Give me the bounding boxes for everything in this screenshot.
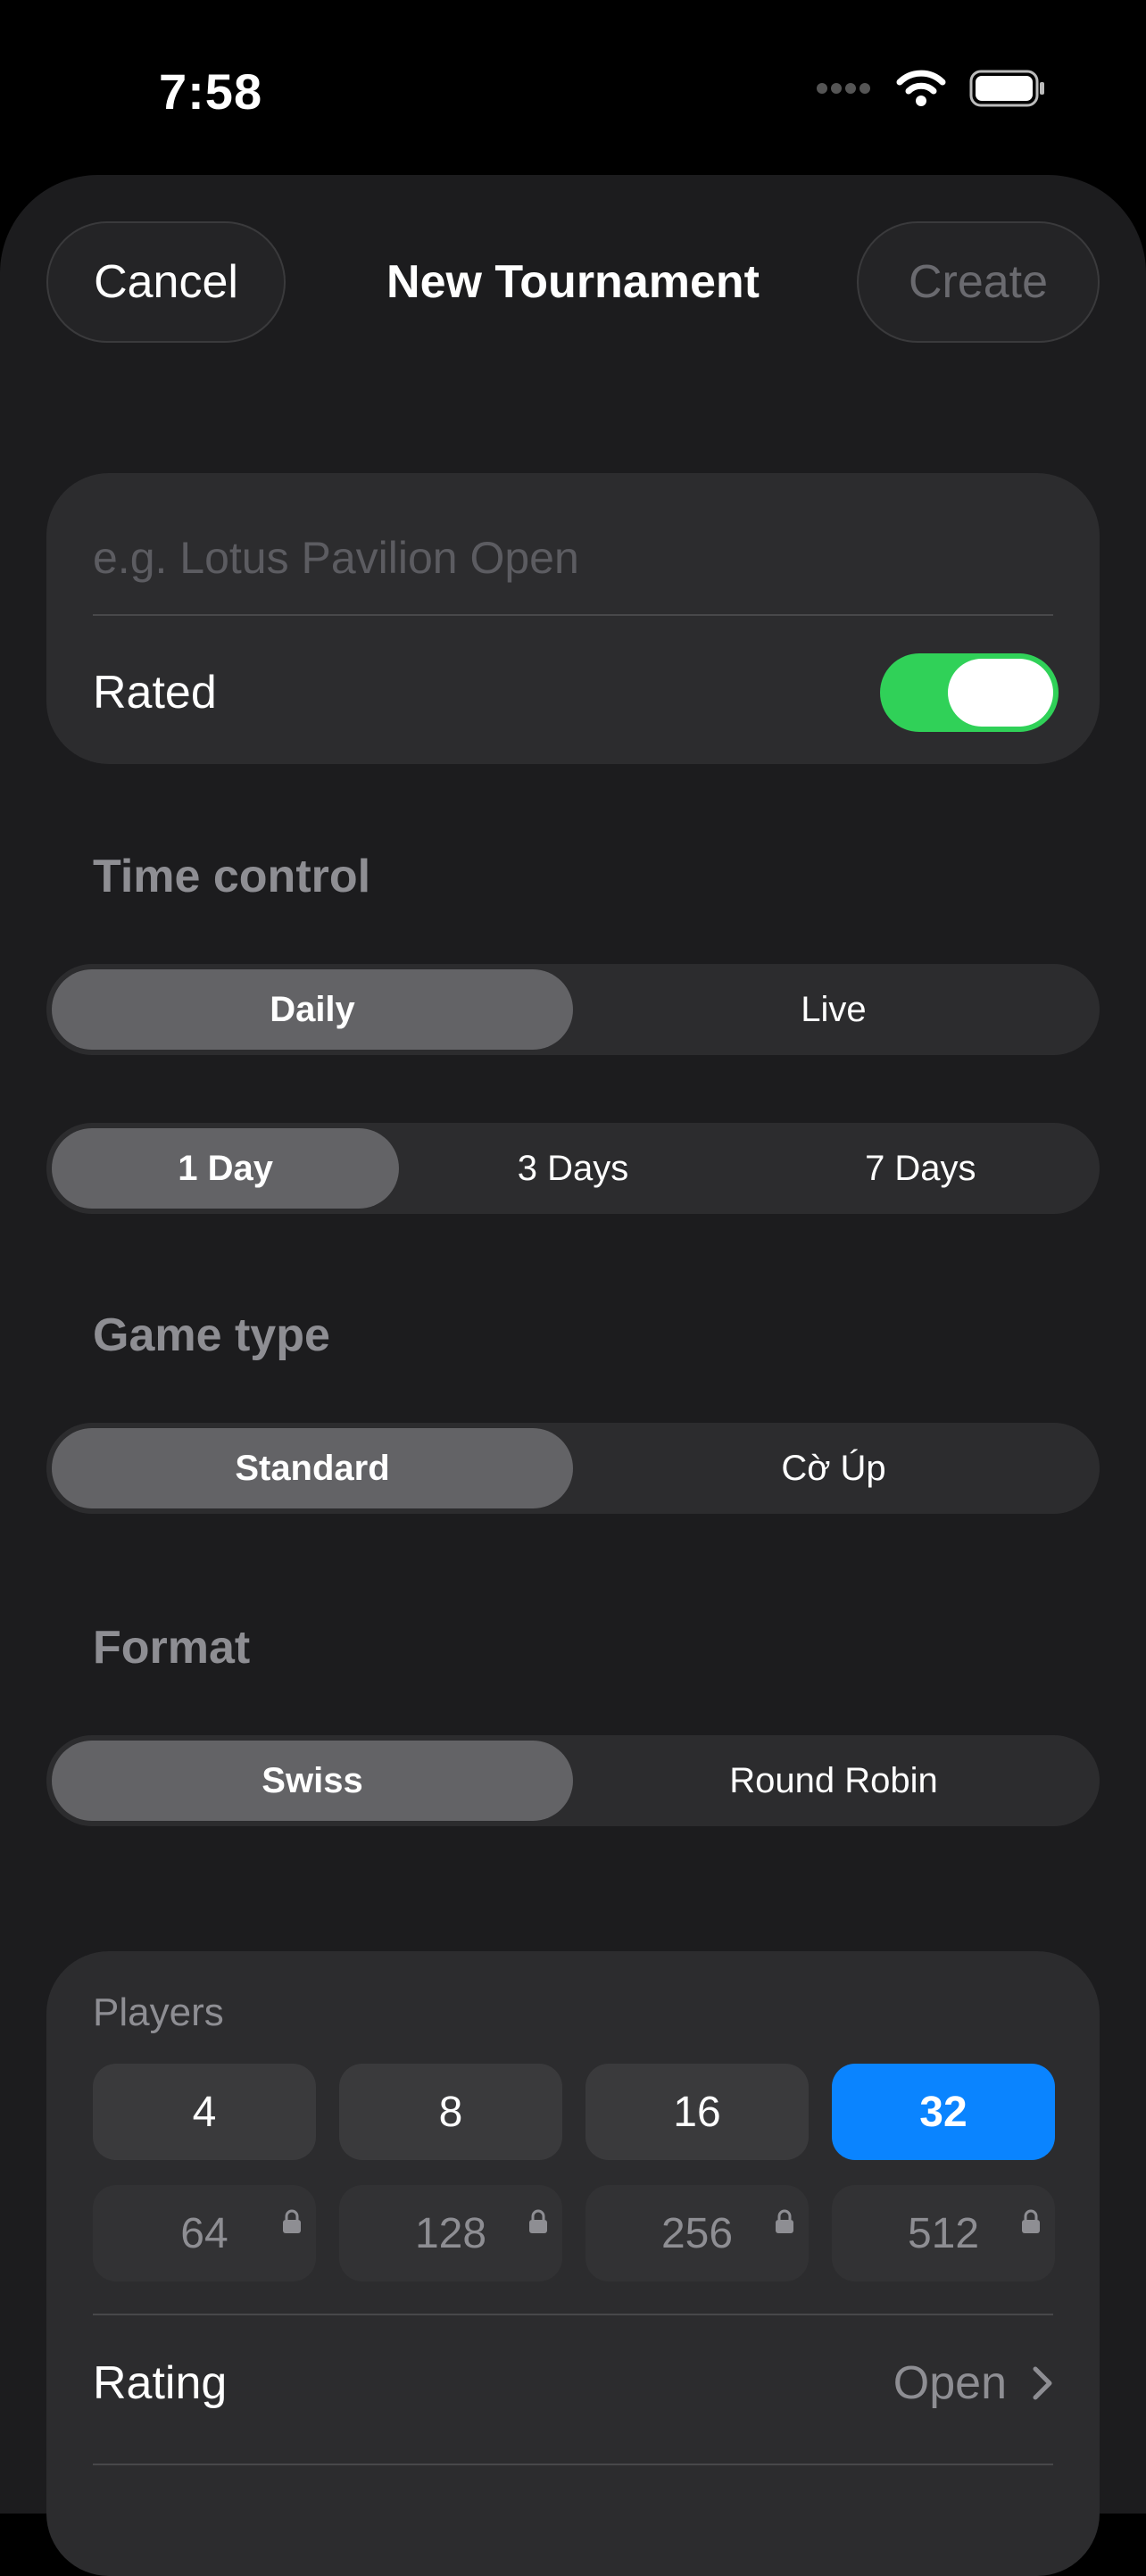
- players-option-128[interactable]: 128: [339, 2185, 562, 2281]
- segment-standard[interactable]: Standard: [52, 1428, 573, 1508]
- rating-value: Open: [893, 2357, 1007, 2409]
- lock-icon: [1021, 2196, 1041, 2245]
- rating-label: Rating: [93, 2357, 228, 2409]
- rating-row[interactable]: Rating Open: [46, 2317, 1100, 2464]
- players-option-512[interactable]: 512: [832, 2185, 1055, 2281]
- segment-co-up[interactable]: Cờ Úp: [573, 1428, 1094, 1508]
- tournament-info-card: e.g. Lotus Pavilion Open Rated: [46, 473, 1100, 764]
- create-button[interactable]: Create: [857, 221, 1100, 343]
- segment-1-day[interactable]: 1 Day: [52, 1128, 400, 1209]
- status-time: 7:58: [159, 63, 263, 120]
- time-control-mode-segment: Daily Live: [46, 964, 1100, 1055]
- wifi-icon: [896, 70, 946, 112]
- tournament-name-input[interactable]: e.g. Lotus Pavilion Open: [93, 532, 1053, 584]
- signal-dots-icon: [816, 82, 873, 99]
- players-option-label: 128: [414, 2209, 487, 2257]
- cancel-button[interactable]: Cancel: [46, 221, 286, 343]
- rated-toggle[interactable]: [880, 653, 1059, 732]
- players-option-label: 64: [180, 2209, 228, 2257]
- segment-round-robin[interactable]: Round Robin: [573, 1741, 1094, 1821]
- lock-icon: [775, 2196, 794, 2245]
- segment-swiss[interactable]: Swiss: [52, 1741, 573, 1821]
- players-option-8[interactable]: 8: [339, 2064, 562, 2160]
- segment-daily[interactable]: Daily: [52, 969, 573, 1050]
- format-title: Format: [93, 1622, 251, 1674]
- players-label: Players: [93, 1990, 224, 2034]
- players-option-32[interactable]: 32: [832, 2064, 1055, 2160]
- format-segment: Swiss Round Robin: [46, 1735, 1100, 1826]
- status-icons: [816, 70, 1046, 112]
- game-type-title: Game type: [93, 1309, 330, 1361]
- segment-7-days[interactable]: 7 Days: [747, 1128, 1094, 1209]
- players-option-label: 512: [907, 2209, 980, 2257]
- toggle-knob: [948, 659, 1053, 727]
- divider: [93, 2314, 1053, 2315]
- new-tournament-sheet: Cancel New Tournament Create e.g. Lotus …: [0, 175, 1146, 2576]
- players-option-256[interactable]: 256: [585, 2185, 809, 2281]
- battery-icon: [969, 70, 1046, 112]
- rated-label: Rated: [93, 667, 217, 719]
- time-control-title: Time control: [93, 851, 371, 902]
- players-option-label: 256: [660, 2209, 734, 2257]
- divider: [93, 614, 1053, 616]
- segment-live[interactable]: Live: [573, 969, 1094, 1050]
- time-control-duration-segment: 1 Day 3 Days 7 Days: [46, 1123, 1100, 1214]
- segment-3-days[interactable]: 3 Days: [399, 1128, 746, 1209]
- lock-icon: [282, 2196, 302, 2245]
- divider: [93, 2464, 1053, 2465]
- lock-icon: [528, 2196, 548, 2245]
- players-grid: 4 8 16 32 64 128 256 512: [93, 2064, 1055, 2281]
- players-option-4[interactable]: 4: [93, 2064, 316, 2160]
- chevron-right-icon: [1032, 2365, 1053, 2406]
- players-card: Players 4 8 16 32 64 128 256 512 Rating …: [46, 1951, 1100, 2576]
- status-bar: 7:58: [0, 0, 1146, 179]
- players-option-16[interactable]: 16: [585, 2064, 809, 2160]
- players-option-64[interactable]: 64: [93, 2185, 316, 2281]
- game-type-segment: Standard Cờ Úp: [46, 1423, 1100, 1514]
